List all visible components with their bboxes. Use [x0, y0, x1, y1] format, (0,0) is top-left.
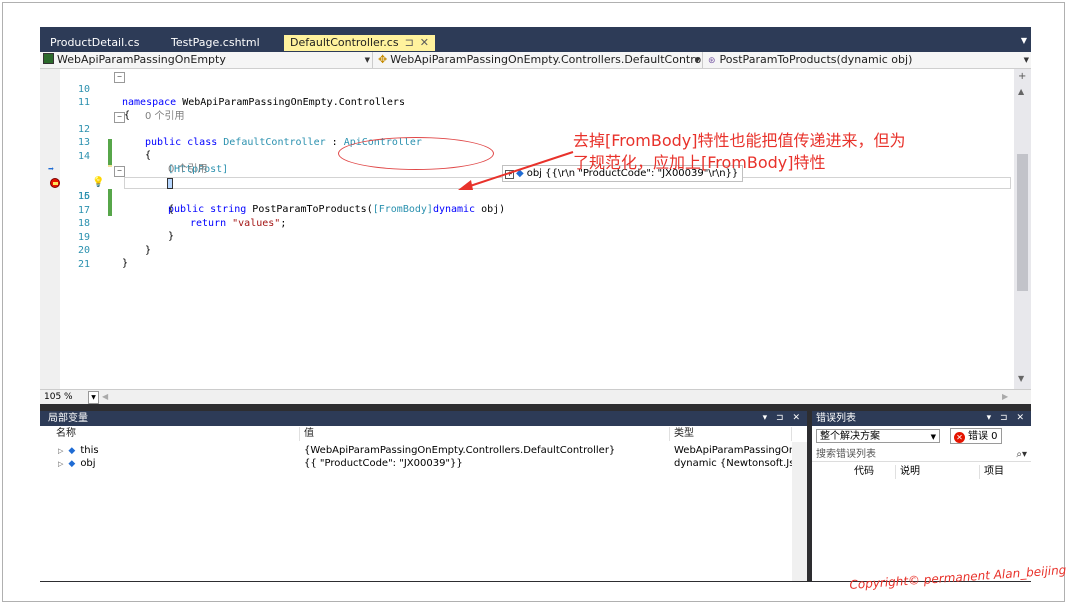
code-line-12: 12 public class DefaultController : ApiC… [40, 110, 1031, 148]
code-line-11: 11 { [40, 83, 1031, 121]
locals-scrollbar[interactable] [792, 442, 807, 581]
local-type: dynamic {Newtonsoft.Json.L [674, 458, 792, 469]
method-icon: ⊛ [708, 56, 716, 66]
local-value[interactable]: {WebApiParamPassingOnEmpty.Controllers.D… [304, 444, 668, 457]
tab-label: TestPage.cshtml [171, 36, 260, 49]
line-number: 21 [77, 259, 90, 270]
chevron-down-icon: ▼ [930, 433, 936, 441]
local-name: this [80, 445, 99, 456]
project-name: WebApiParamPassingOnEmpty [57, 53, 226, 66]
annotation-text: 去掉[FromBody]特性也能把值传递进来，但为 了规范化，应加上[FromB… [573, 131, 906, 172]
document-tab-bar: ProductDetail.cs TestPage.cshtml Default… [40, 27, 1031, 52]
zoom-dropdown-icon[interactable]: ▼ [88, 391, 99, 404]
member-name: PostParamToProducts(dynamic obj) [719, 53, 913, 66]
column-header-project[interactable]: 项目 [980, 465, 1031, 479]
collapse-toggle[interactable]: − [114, 112, 125, 123]
expand-triangle-icon[interactable]: ▷ [58, 460, 63, 468]
expand-triangle-icon[interactable]: ▷ [58, 447, 63, 455]
code-line-21: 21 [40, 245, 1031, 270]
annotation-arrow [458, 151, 574, 190]
code-line-20: 20 } [40, 231, 1031, 269]
collapse-toggle[interactable]: − [114, 166, 125, 177]
class-icon: ✥ [378, 53, 388, 66]
scroll-right-icon[interactable]: ▶ [1002, 390, 1008, 404]
locals-row-this[interactable]: ▷ ◆ this [58, 444, 298, 457]
collapse-toggle[interactable]: − [114, 72, 125, 83]
chevron-down-icon: ▼ [364, 56, 370, 64]
code-editor[interactable]: 10 namespace WebApiParamPassingOnEmpty.C… [40, 69, 1031, 389]
scroll-up-icon[interactable]: ▲ [1018, 87, 1024, 96]
close-icon[interactable]: ✕ [420, 36, 429, 49]
column-header-name[interactable]: 名称 [52, 427, 300, 441]
local-value[interactable]: {{ "ProductCode": "JX00039"}} [304, 457, 668, 470]
pin-icon[interactable]: ⊐ [405, 36, 414, 49]
code-line-10: 10 namespace WebApiParamPassingOnEmpty.C… [40, 70, 1031, 108]
search-icon[interactable]: ⌕▾ [1016, 447, 1027, 462]
error-search-input[interactable]: 搜索错误列表 ⌕▾ [812, 447, 1031, 462]
tab-defaultcontroller[interactable]: DefaultController.cs ⊐ ✕ [284, 35, 436, 51]
column-header-code[interactable]: 代码 [850, 465, 896, 479]
panel-controls[interactable]: ▾ ⊐ ✕ [987, 411, 1027, 426]
text-caret [167, 178, 173, 189]
project-dropdown[interactable]: WebApiParamPassingOnEmpty ▼ [40, 52, 373, 68]
codelens-line: 0 个引用 [40, 97, 1031, 122]
split-window-icon[interactable]: + [1018, 71, 1026, 82]
scroll-thumb[interactable] [1017, 154, 1028, 291]
tab-overflow-dropdown-icon[interactable]: ▼ [1021, 36, 1027, 45]
editor-status-strip: 105 % ▼ ◀ ▶ [40, 389, 1031, 404]
call-stack-arrow-icon: ➡ [48, 164, 55, 175]
column-header-type[interactable]: 类型 [670, 427, 792, 441]
search-placeholder: 搜索错误列表 [816, 449, 876, 460]
tab-label: ProductDetail.cs [50, 36, 140, 49]
panel-controls[interactable]: ▾ ⊐ ✕ [763, 411, 803, 426]
scope-value: 整个解决方案 [820, 431, 880, 442]
error-list-title: 错误列表 [816, 413, 856, 424]
zoom-level[interactable]: 105 % [44, 390, 73, 404]
visual-studio-window: ProductDetail.cs TestPage.cshtml Default… [40, 27, 1031, 582]
error-icon: ✕ [954, 432, 965, 443]
member-dropdown[interactable]: ⊛ PostParamToProducts(dynamic obj) ▼ [704, 52, 1031, 68]
local-name: obj [80, 458, 96, 469]
locals-row-obj[interactable]: ▷ ◆ obj [58, 457, 298, 470]
editor-vertical-scrollbar[interactable]: + ▲ ▼ [1014, 69, 1031, 389]
scroll-left-icon[interactable]: ◀ [102, 390, 108, 404]
error-count: 错误 0 [968, 431, 998, 442]
error-list-window: 错误列表 ▾ ⊐ ✕ 整个解决方案 ▼ ✕ 错误 0 搜索错误列表 ⌕▾ 代码 说明 … [812, 411, 1031, 581]
object-icon: ◆ [68, 446, 76, 456]
locals-title-bar: 局部变量 ▾ ⊐ ✕ [40, 411, 807, 426]
local-type: WebApiParamPassingOnEm [674, 445, 792, 456]
column-header-value[interactable]: 值 [300, 427, 670, 441]
code-line-19: 19 } [40, 218, 1031, 256]
tab-testpage[interactable]: TestPage.cshtml [165, 35, 266, 51]
chevron-down-icon: ▼ [1023, 56, 1029, 64]
csharp-project-icon [43, 53, 54, 64]
chevron-down-icon: ▼ [694, 56, 700, 64]
tab-productdetail[interactable]: ProductDetail.cs [44, 35, 145, 51]
tab-label: DefaultController.cs [290, 36, 399, 49]
error-list-title-bar: 错误列表 ▾ ⊐ ✕ [812, 411, 1031, 426]
navigation-bar: WebApiParamPassingOnEmpty ▼ ✥ WebApiParamP… [40, 52, 1031, 69]
locals-title: 局部变量 [48, 413, 88, 424]
code-token: } [122, 258, 129, 269]
errors-filter-button[interactable]: ✕ 错误 0 [950, 428, 1002, 444]
class-name: WebApiParamPassingOnEmpty.Controllers.De… [390, 53, 703, 66]
object-icon: ◆ [68, 459, 76, 469]
locals-window: 局部变量 ▾ ⊐ ✕ 名称 值 类型 ▷ ◆ this {WebApiParamPa… [40, 411, 807, 581]
class-dropdown[interactable]: ✥ WebApiParamPassingOnEmpty.Controllers.D… [374, 52, 703, 68]
scope-dropdown[interactable]: 整个解决方案 ▼ [816, 429, 940, 443]
code-line-18: 18 } [40, 204, 1031, 242]
lightbulb-icon[interactable]: 💡 [92, 177, 104, 188]
column-header-description[interactable]: 说明 [896, 465, 980, 479]
scroll-down-icon[interactable]: ▼ [1018, 374, 1024, 383]
